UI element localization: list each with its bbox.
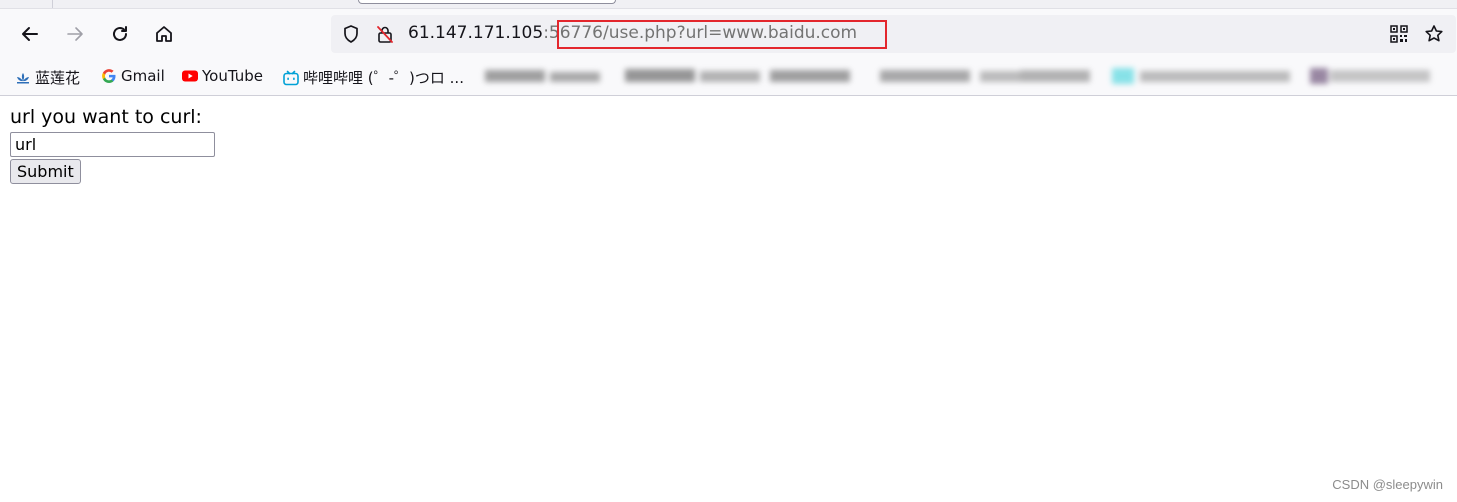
home-icon [156,26,172,42]
bilibili-icon [283,70,299,85]
url-prompt-label: url you want to curl: [10,106,202,128]
bookmark-star-button[interactable] [1420,20,1448,48]
back-button[interactable] [16,20,44,48]
reload-icon [113,26,127,41]
lotus-icon [17,72,29,83]
redacted-bookmarks [485,68,1430,84]
reload-button[interactable] [106,20,134,48]
active-tab-edge[interactable] [358,0,616,4]
bookmark-label: Gmail [121,67,165,85]
bookmark-youtube[interactable]: YouTube [182,67,263,85]
submit-button[interactable]: Submit [10,159,81,184]
site-security-button[interactable] [371,20,399,48]
star-icon [1425,25,1443,42]
qr-code-icon [1390,25,1408,43]
arrow-left-icon [22,27,38,41]
bookmark-gmail[interactable]: Gmail [101,67,165,85]
bookmark-lotus[interactable]: 蓝莲花 [15,67,80,88]
forward-button[interactable] [61,20,89,48]
qr-code-button[interactable] [1385,20,1413,48]
bookmark-label: 蓝莲花 [35,69,81,87]
page-content: url you want to curl: Submit [10,105,215,184]
google-icon [102,69,116,83]
url-highlight-box [557,20,887,49]
tab-divider [52,0,53,8]
arrow-right-icon [67,27,83,41]
shield-icon [344,25,358,43]
youtube-icon [182,70,198,82]
bookmark-label: YouTube [202,67,263,85]
insecure-lock-icon [377,26,393,43]
url-host: 61.147.171.105 [408,23,544,43]
url-input[interactable] [10,132,215,157]
bookmark-label: 哔哩哔哩 (゜-゜)つロ ... [303,69,464,87]
home-button[interactable] [150,20,178,48]
tab-strip [0,0,1457,9]
tracking-protection-button[interactable] [337,20,365,48]
bookmark-bilibili[interactable]: 哔哩哔哩 (゜-゜)つロ ... [283,67,464,88]
watermark: CSDN @sleepywin [1332,477,1443,492]
